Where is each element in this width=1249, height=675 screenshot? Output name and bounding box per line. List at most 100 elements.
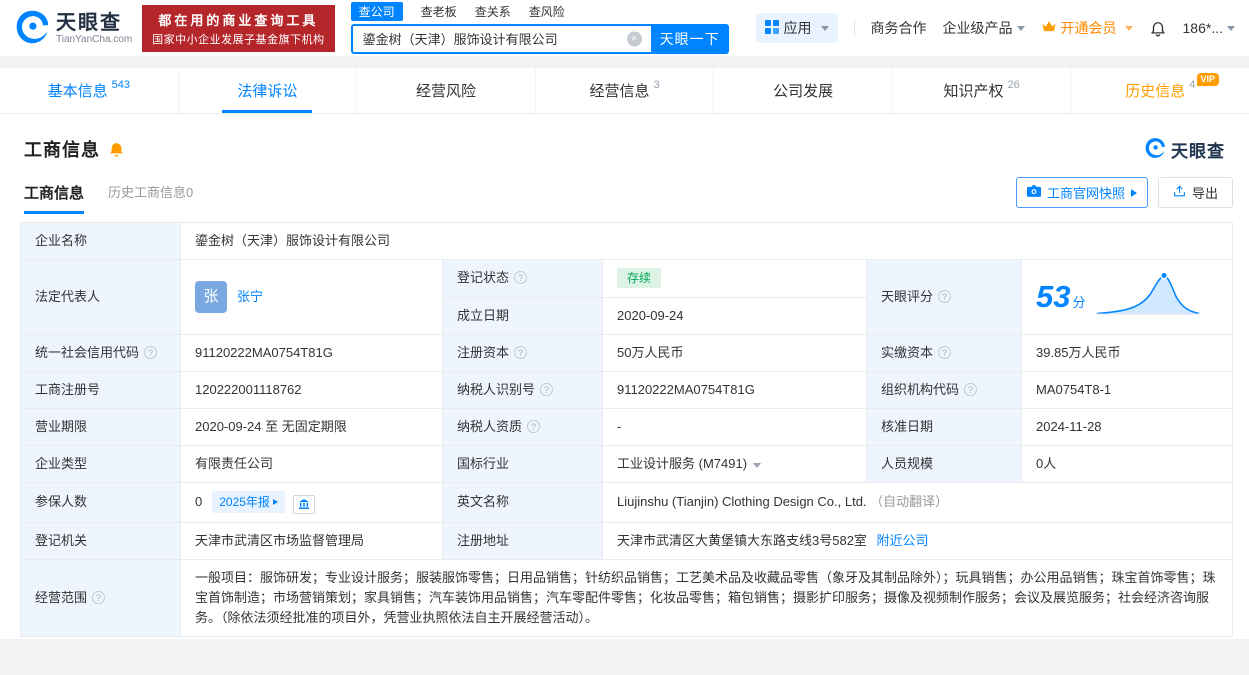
legal-rep-avatar[interactable]: 张 — [195, 281, 227, 313]
vip-crown-icon — [1041, 20, 1057, 36]
tab-intellectual-property[interactable]: 知识产权 26 — [891, 68, 1071, 113]
table-row: 参保人数 0 2025年报 英文名称 Liujinshu (Tianjin) Cl… — [20, 482, 1233, 523]
approval-date-label: 核准日期 — [866, 408, 1022, 446]
tab-operating-info[interactable]: 经营信息 3 — [534, 68, 714, 113]
industry-cell: 工业设计服务 (M7491) — [602, 445, 867, 483]
info-icon[interactable] — [527, 420, 541, 433]
report-compare-button[interactable] — [292, 494, 315, 514]
table-row: 法定代表人 张 张宁 登记状态 存续 天眼评分 53分 — [20, 259, 1233, 335]
business-term-value: 2020-09-24 至 无固定期限 — [180, 408, 443, 446]
menu-divider — [853, 20, 855, 36]
business-info-card: 工商信息 天眼查 工商信息 历史工商信息0 工商官网快照 导出 企业名称 鎏金树… — [0, 114, 1249, 639]
credit-code-label-text: 统一社会信用代码 — [35, 345, 140, 360]
vip-upgrade-label: 开通会员 — [1060, 20, 1117, 36]
info-icon[interactable] — [938, 290, 952, 303]
table-row: 登记机关 天津市武清区市场监督管理局 注册地址 天津市武清区大黄堡镇大东路支线3… — [20, 521, 1233, 560]
tab-intellectual-property-count: 26 — [1007, 78, 1020, 91]
tab-operating-risk[interactable]: 经营风险 — [356, 68, 535, 113]
tab-legal-proceedings[interactable]: 法律诉讼 — [177, 68, 357, 113]
tab-basic-info-count: 543 — [111, 78, 130, 91]
english-name-cell: Liujinshu (Tianjin) Clothing Design Co.,… — [602, 482, 1233, 523]
insured-count-value: 0 — [195, 494, 203, 509]
info-icon[interactable] — [92, 590, 106, 604]
insured-count-label: 参保人数 — [20, 482, 181, 523]
info-icon[interactable] — [144, 346, 158, 359]
establish-date-label: 成立日期 — [442, 296, 603, 335]
business-cooperation-link[interactable]: 商务合作 — [871, 18, 927, 38]
tab-basic-info[interactable]: 基本信息 543 — [0, 68, 178, 113]
announcement-icon[interactable] — [108, 141, 125, 158]
search-tab-risk[interactable]: 查风险 — [529, 3, 565, 20]
staff-size-label: 人员规模 — [866, 445, 1022, 483]
reg-authority-label: 登记机关 — [20, 521, 181, 560]
establish-date-value: 2020-09-24 — [602, 296, 867, 335]
info-icon[interactable] — [964, 383, 978, 396]
taxpayer-quality-value: - — [602, 408, 867, 446]
legal-rep-cell: 张 张宁 — [180, 259, 443, 335]
reg-capital-value: 50万人民币 — [602, 334, 867, 372]
search-tabs: 查公司 查老板 查关系 查风险 — [350, 2, 729, 21]
search-row: 天眼一下 — [350, 23, 729, 54]
org-code-label-text: 组织机构代码 — [881, 382, 960, 397]
table-row: 统一社会信用代码 91120222MA0754T81G 注册资本 50万人民币 … — [20, 334, 1233, 372]
header-menu: 应用 商务合作 企业级产品 开通会员 186*... — [755, 13, 1235, 43]
info-icon[interactable] — [514, 271, 528, 285]
business-scope-label: 经营范围 — [20, 558, 181, 637]
taxpayer-id-value: 91120222MA0754T81G — [602, 371, 867, 409]
subtab-business-info[interactable]: 工商信息 — [24, 182, 85, 214]
official-snapshot-button[interactable]: 工商官网快照 — [1015, 177, 1148, 208]
apps-menu[interactable]: 应用 — [755, 13, 838, 43]
reg-status-cell: 存续 — [602, 259, 867, 298]
tab-company-development[interactable]: 公司发展 — [713, 68, 892, 113]
enterprise-products-menu[interactable]: 企业级产品 — [943, 18, 1025, 38]
info-icon[interactable] — [540, 383, 554, 396]
camera-icon — [1026, 185, 1041, 200]
notifications-button[interactable] — [1149, 19, 1167, 37]
vip-upgrade-menu[interactable]: 开通会员 — [1041, 18, 1133, 38]
export-icon — [1173, 185, 1186, 201]
account-menu[interactable]: 186*... — [1183, 20, 1235, 36]
credit-code-label: 统一社会信用代码 — [20, 334, 181, 372]
business-info-table: 企业名称 鎏金树（天津）服饰设计有限公司 法定代表人 张 张宁 登记状态 存续 … — [20, 222, 1233, 637]
taxpayer-quality-label-text: 纳税人资质 — [457, 419, 523, 434]
watermark-logo: 天眼查 — [1144, 137, 1225, 162]
company-name-label: 企业名称 — [20, 222, 181, 260]
search-input[interactable] — [350, 23, 651, 54]
auto-translate-note: （自动翻译） — [870, 494, 949, 510]
info-icon[interactable] — [938, 346, 952, 359]
legal-rep-name-link[interactable]: 张宁 — [237, 287, 263, 307]
reg-capital-label: 注册资本 — [442, 334, 603, 372]
watermark-brand-text: 天眼查 — [1171, 141, 1225, 161]
search-tab-relation[interactable]: 查关系 — [475, 3, 511, 20]
reg-status-label-text: 登记状态 — [457, 270, 510, 286]
search-tab-company[interactable]: 查公司 — [350, 2, 403, 21]
company-type-label: 企业类型 — [20, 445, 181, 483]
search-button[interactable]: 天眼一下 — [650, 23, 729, 54]
tab-legal-proceedings-label: 法律诉讼 — [237, 83, 298, 100]
status-badge: 存续 — [617, 268, 662, 289]
reg-capital-label-text: 注册资本 — [457, 345, 510, 360]
export-button[interactable]: 导出 — [1157, 177, 1233, 208]
taxpayer-id-label: 纳税人识别号 — [442, 371, 603, 409]
bell-icon — [1150, 22, 1165, 37]
insured-count-cell: 0 2025年报 — [180, 482, 443, 523]
subtab-history-business-info[interactable]: 历史工商信息0 — [108, 182, 193, 214]
chevron-down-icon[interactable] — [753, 463, 762, 468]
account-phone: 186*... — [1182, 20, 1223, 36]
score-value: 53 — [1036, 279, 1071, 314]
tianyancha-logo[interactable]: 天眼查 TianYanCha.com — [14, 9, 132, 48]
clear-search-icon[interactable] — [626, 31, 642, 46]
score-label-text: 天眼评分 — [881, 289, 934, 304]
nearby-companies-link[interactable]: 附近公司 — [877, 533, 929, 548]
paid-capital-label: 实缴资本 — [866, 334, 1022, 372]
export-label: 导出 — [1191, 186, 1218, 201]
reg-number-label: 工商注册号 — [20, 371, 181, 409]
search-tab-boss[interactable]: 查老板 — [421, 3, 457, 20]
staff-size-value: 0人 — [1021, 445, 1233, 483]
table-row: 营业期限 2020-09-24 至 无固定期限 纳税人资质 - 核准日期 202… — [20, 408, 1233, 446]
tab-history-info[interactable]: 历史信息 4 VIP — [1070, 68, 1249, 113]
info-icon[interactable] — [514, 346, 528, 359]
chevron-down-icon — [1124, 25, 1133, 31]
annual-report-tag[interactable]: 2025年报 — [212, 491, 285, 513]
promo-banner-line2: 国家中小企业发展子基金旗下机构 — [152, 33, 325, 46]
